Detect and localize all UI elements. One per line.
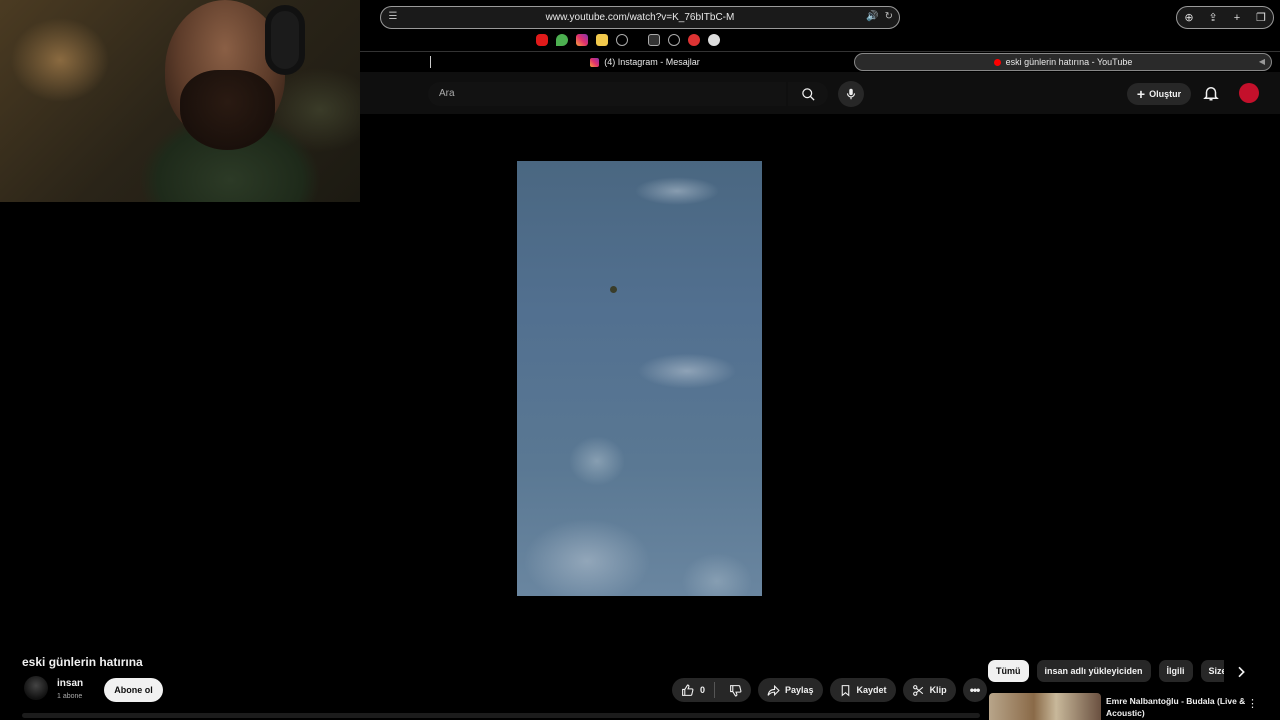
scissors-icon — [912, 684, 923, 696]
like-dislike-group: 0 — [672, 678, 752, 702]
search-icon — [801, 87, 815, 101]
favorite-red-icon[interactable] — [688, 34, 700, 46]
like-button[interactable]: 0 — [672, 682, 716, 698]
more-vertical-icon[interactable]: ⋮ — [1247, 697, 1258, 710]
tab-instagram[interactable]: (4) Instagram - Mesajlar — [430, 53, 860, 71]
url-text[interactable]: www.youtube.com/watch?v=K_76bITbC-M — [546, 12, 735, 23]
favorite-globe-icon[interactable] — [616, 34, 628, 46]
save-label: Kaydet — [856, 685, 887, 695]
recommended-title[interactable]: Emre Nalbantoğlu - Budala (Live & Acoust… — [1106, 695, 1256, 719]
reload-icon[interactable]: ↻ — [885, 11, 893, 22]
favorite-notes-icon[interactable] — [596, 34, 608, 46]
bird-in-sky — [610, 286, 617, 293]
recommended-thumbnail[interactable] — [989, 693, 1101, 720]
instagram-icon — [590, 57, 600, 67]
person-beard — [180, 70, 275, 150]
favorite-chrome-icon[interactable] — [708, 34, 720, 46]
share-icon[interactable]: ⇪ — [1206, 11, 1220, 24]
thumbs-down-icon — [730, 684, 742, 696]
audio-playing-icon[interactable]: 🔊 — [866, 11, 878, 22]
more-horizontal-icon: ••• — [969, 683, 981, 697]
chip-all[interactable]: Tümü — [988, 660, 1029, 682]
microphone-icon — [846, 88, 856, 100]
account-avatar[interactable] — [1239, 83, 1259, 103]
browser-toolbar: ⊕ ⇪ + ❐ — [1176, 6, 1274, 29]
favorite-youtube-icon[interactable] — [536, 34, 548, 46]
description-box-edge — [22, 713, 980, 718]
search-input[interactable]: Ara — [428, 82, 786, 106]
bookmark-icon — [841, 684, 849, 697]
webcam-overlay — [0, 0, 360, 202]
notifications-bell-icon[interactable] — [1202, 84, 1220, 102]
address-bar[interactable]: ☰ www.youtube.com/watch?v=K_76bITbC-M 🔊 … — [380, 6, 900, 29]
video-actions: 0 Paylaş Kaydet Klip ••• — [672, 678, 987, 702]
headphones — [265, 5, 305, 75]
favorite-t-icon[interactable] — [648, 34, 660, 46]
favorite-globe-icon-2[interactable] — [668, 34, 680, 46]
channel-name[interactable]: insan — [57, 678, 83, 689]
favorite-leaf-icon[interactable] — [556, 34, 568, 46]
more-actions-button[interactable]: ••• — [962, 678, 987, 702]
chip-from-uploader[interactable]: insan adlı yükleyiciden — [1036, 660, 1151, 682]
tab-youtube[interactable]: eski günlerin hatırına - YouTube ◀ — [854, 53, 1272, 71]
channel-avatar[interactable] — [24, 676, 48, 700]
share-label: Paylaş — [785, 685, 814, 695]
chip-related[interactable]: İlgili — [1158, 660, 1193, 682]
chevron-right-icon[interactable] — [1233, 664, 1249, 680]
save-button[interactable]: Kaydet — [829, 678, 896, 702]
create-label: Oluştur — [1149, 89, 1182, 99]
plus-icon: + — [1136, 86, 1146, 102]
search-button[interactable] — [788, 82, 828, 106]
dislike-button[interactable] — [720, 684, 751, 697]
video-title: eski günlerin hatırına — [22, 655, 143, 669]
favorite-instagram-icon[interactable] — [576, 34, 588, 46]
voice-search-button[interactable] — [838, 81, 864, 107]
recommendation-chips: Tümü insan adlı yükleyiciden İlgili Size… — [988, 660, 1224, 682]
tab-audio-icon[interactable]: ◀ — [1259, 57, 1265, 66]
youtube-icon — [993, 58, 1001, 66]
tab-bar: (4) Instagram - Mesajlar eski günlerin h… — [360, 51, 1280, 71]
site-settings-icon[interactable]: ☰ — [387, 11, 399, 23]
clip-label: Klip — [929, 685, 947, 695]
downloads-icon[interactable]: ⊕ — [1182, 11, 1196, 24]
video-player[interactable] — [517, 161, 762, 596]
create-button[interactable]: + Oluştur — [1127, 83, 1191, 105]
subscribe-button[interactable]: Abone ol — [104, 678, 163, 702]
share-arrow-icon — [767, 684, 780, 696]
clip-button[interactable]: Klip — [902, 678, 956, 702]
new-tab-icon[interactable]: + — [1230, 12, 1244, 24]
like-count: 0 — [700, 685, 706, 695]
chip-for-you[interactable]: Size ö — [1200, 660, 1224, 682]
thumbs-up-icon — [682, 684, 694, 696]
recommended-video[interactable]: Emre Nalbantoğlu - Budala (Live & Acoust… — [989, 693, 1280, 720]
tab-instagram-label: (4) Instagram - Mesajlar — [604, 57, 700, 67]
tab-overview-icon[interactable]: ❐ — [1254, 11, 1268, 24]
subscriber-count: 1 abone — [57, 693, 83, 700]
youtube-header: Ara + Oluştur — [360, 72, 1280, 114]
share-button[interactable]: Paylaş — [758, 678, 823, 702]
tab-youtube-label: eski günlerin hatırına - YouTube — [1005, 57, 1133, 67]
favorites-bar — [536, 33, 720, 47]
